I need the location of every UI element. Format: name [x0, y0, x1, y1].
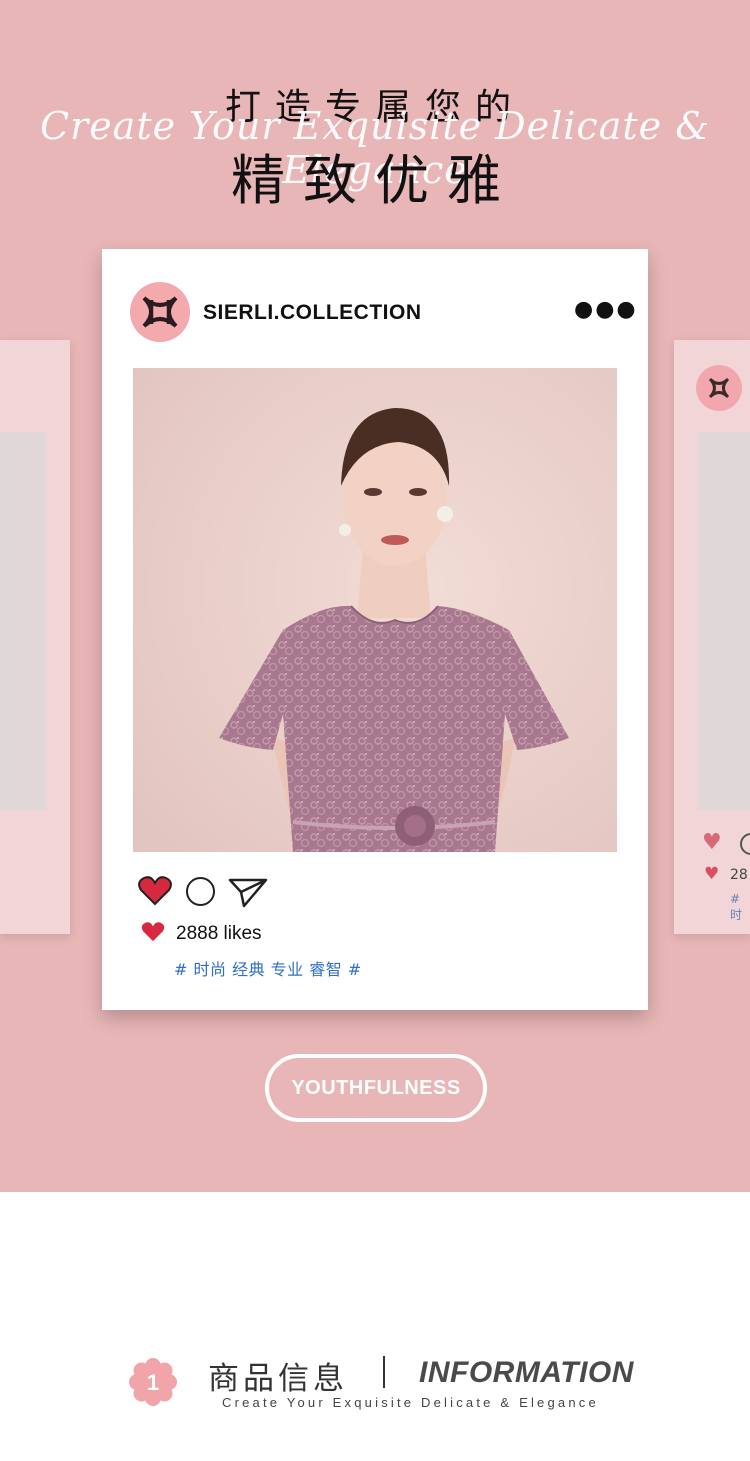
side-card-image-placeholder — [0, 432, 46, 810]
youthfulness-label: YOUTHFULNESS — [291, 1076, 461, 1099]
side-card-right[interactable]: ♥ ♥ 28 # 时 — [674, 340, 750, 934]
heart-icon[interactable]: ♥ — [702, 830, 722, 855]
side-tags: # 时 — [730, 892, 743, 922]
info-title-en: INFORMATION — [419, 1356, 634, 1389]
heart-icon: ♥ — [704, 864, 720, 884]
side-card-image-placeholder — [698, 432, 750, 810]
info-title-cn: 商品信息 — [208, 1361, 348, 1397]
post-card: SIERLI.COLLECTION ●●● 2888 likes # 时尚 经典… — [102, 249, 648, 1010]
heart-icon — [141, 922, 165, 942]
post-username[interactable]: SIERLI.COLLECTION — [203, 301, 422, 325]
post-photo[interactable] — [133, 368, 617, 852]
share-icon[interactable] — [228, 878, 268, 908]
more-dots-icon[interactable]: ●●● — [574, 297, 638, 322]
badge-number: 1 — [147, 1370, 159, 1395]
side-card-left[interactable] — [0, 340, 70, 934]
hero-section: 打造专属您的 Create Your Exquisite Delicate & … — [0, 0, 750, 1192]
comment-icon[interactable] — [186, 877, 215, 906]
info-divider — [383, 1356, 385, 1388]
avatar[interactable] — [130, 282, 190, 342]
info-subtitle: Create Your Exquisite Delicate & Eleganc… — [222, 1395, 599, 1410]
side-card-avatar — [696, 365, 742, 411]
brand-logo-icon — [142, 296, 178, 328]
flower-number-badge-icon: 1 — [129, 1358, 177, 1406]
model-photo-illustration — [133, 368, 617, 852]
post-tags[interactable]: # 时尚 经典 专业 睿智 # — [174, 956, 362, 980]
headline-line2: 精致优雅 — [231, 149, 519, 212]
likes-count[interactable]: 2888 likes — [176, 923, 262, 945]
heart-icon[interactable] — [138, 876, 172, 906]
side-likes-count: 28 — [730, 867, 748, 883]
brand-logo-icon — [708, 377, 730, 399]
comment-icon[interactable] — [740, 833, 750, 855]
youthfulness-button[interactable]: YOUTHFULNESS — [265, 1054, 487, 1122]
